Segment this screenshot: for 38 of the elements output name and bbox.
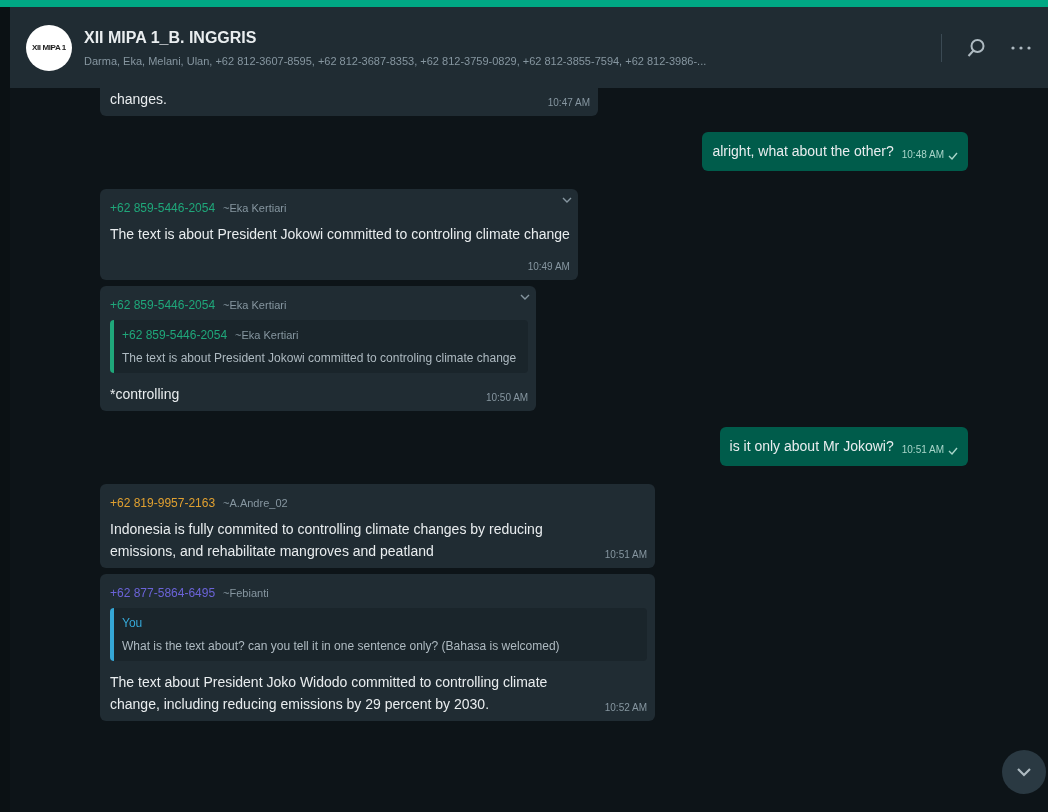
chevron-down-icon: [1016, 767, 1032, 777]
sender-name: ~Febianti: [223, 586, 269, 601]
message-time: 10:47 AM: [547, 96, 590, 110]
sender-name: ~Eka Kertiari: [223, 201, 287, 216]
more-icon[interactable]: [1010, 44, 1032, 51]
message-text: Indonesia is fully commited to controlling climate changes by reducing emissions, and rehabilitate mangroves and peatland: [110, 520, 544, 561]
message-text: The text is about President Jokowi committed to controling climate change: [110, 225, 570, 244]
message-text: alright, what about the other?: [712, 142, 894, 161]
participant-list: Darma, Eka, Melani, Ulan, +62 812-3607-8595, +62 812-3687-8353, +62 812-3759-0829, +62 812-3855-7594, +62 812-3986-...: [84, 52, 917, 70]
message-text: is it only about Mr Jokowi?: [729, 437, 894, 456]
sender-phone: +62 859-5446-2054: [110, 200, 216, 217]
chevron-down-icon[interactable]: [520, 294, 531, 301]
chat-title: XII MIPA 1_B. INGGRIS: [84, 27, 258, 48]
message-text: changes.: [110, 90, 167, 109]
sender-name: ~A.Andre_02: [223, 496, 288, 511]
quote-author: +62 859-5446-2054: [122, 327, 228, 344]
chevron-down-icon[interactable]: [561, 197, 572, 204]
message-text: The text about President Joko Widodo committed to controlling climate change, including reducing emissions by 29 percent by 2030.: [110, 673, 549, 714]
sender-phone: +62 877-5864-6495: [110, 585, 216, 602]
check-icon: [948, 447, 958, 455]
message-time: 10:51 AM: [901, 443, 944, 457]
sender-phone: +62 819-9957-2163: [110, 495, 216, 512]
avatar-text: XII MIPA 1: [32, 41, 66, 54]
message-time: 10:48 AM: [901, 148, 944, 162]
quote-author: You: [122, 615, 143, 632]
message-text: *controlling: [110, 385, 180, 404]
quote-text: The text is about President Jokowi committed to controling climate change: [122, 350, 517, 367]
message-time: 10:51 AM: [604, 548, 647, 562]
group-avatar[interactable]: XII MIPA 1: [26, 24, 72, 71]
message-time: 10:50 AM: [485, 391, 529, 405]
quote-text: What is the text about? can you tell it in one sentence only? (Bahasa is welcomed): [122, 638, 561, 655]
search-icon[interactable]: [966, 37, 986, 58]
check-icon: [948, 152, 958, 160]
quote-author-name: ~Eka Kertiari: [235, 328, 299, 343]
sender-name: ~Eka Kertiari: [223, 298, 287, 313]
sender-phone: +62 859-5446-2054: [110, 297, 216, 314]
message-time: 10:52 AM: [604, 701, 647, 715]
message-time: 10:49 AM: [527, 260, 570, 274]
